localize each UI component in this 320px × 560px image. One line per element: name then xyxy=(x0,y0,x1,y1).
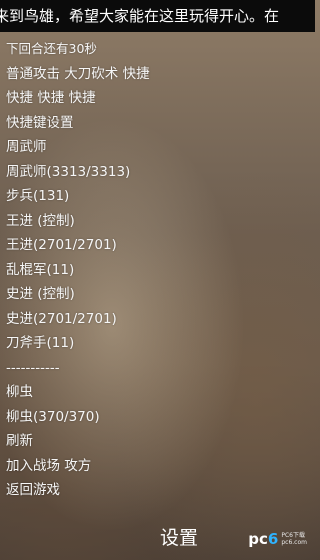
unit-zhou-wushi[interactable]: 周武师 xyxy=(6,135,306,160)
unit-staff-army[interactable]: 乱棍军(11) xyxy=(6,258,306,283)
shortcut-settings-option[interactable]: 快捷键设置 xyxy=(6,111,306,136)
join-battle-option[interactable]: 加入战场 攻方 xyxy=(6,454,306,479)
return-to-game-option[interactable]: 返回游戏 xyxy=(6,478,306,503)
unit-wang-jin-hp[interactable]: 王进(2701/2701) xyxy=(6,233,306,258)
announcement-marquee: 来到鸟雄，希望大家能在这里玩得开心。在 xyxy=(0,0,315,32)
round-timer-text: 下回合还有30秒 xyxy=(6,41,97,56)
bottom-bar: 设置 pc6 PC6下载 pc6.com xyxy=(0,520,315,560)
battle-menu: 下回合还有30秒 普通攻击 大刀砍术 快捷 快捷 快捷 快捷 快捷键设置 周武师… xyxy=(6,37,306,503)
menu-divider: ----------- xyxy=(6,359,60,376)
pc6-logo-icon: pc6 xyxy=(248,530,279,548)
unit-shi-jin-control[interactable]: 史进 (控制) xyxy=(6,282,306,307)
settings-button[interactable]: 设置 xyxy=(160,524,198,552)
refresh-option[interactable]: 刷新 xyxy=(6,429,306,454)
watermark-text: PC6下载 pc6.com xyxy=(281,532,307,546)
enemy-liu-chong-hp[interactable]: 柳虫(370/370) xyxy=(6,405,306,430)
unit-infantry[interactable]: 步兵(131) xyxy=(6,184,306,209)
shortcut-slots-option[interactable]: 快捷 快捷 快捷 xyxy=(6,86,306,111)
unit-shi-jin-hp[interactable]: 史进(2701/2701) xyxy=(6,307,306,332)
unit-zhou-wushi-hp[interactable]: 周武师(3313/3313) xyxy=(6,160,306,185)
skill-bar-option[interactable]: 普通攻击 大刀砍术 快捷 xyxy=(6,62,306,87)
announcement-text: 来到鸟雄，希望大家能在这里玩得开心。在 xyxy=(0,7,280,25)
unit-axeman[interactable]: 刀斧手(11) xyxy=(6,331,306,356)
enemy-liu-chong[interactable]: 柳虫 xyxy=(6,380,306,405)
unit-wang-jin-control[interactable]: 王进 (控制) xyxy=(6,209,306,234)
watermark-logo: pc6 PC6下载 pc6.com xyxy=(248,531,307,547)
